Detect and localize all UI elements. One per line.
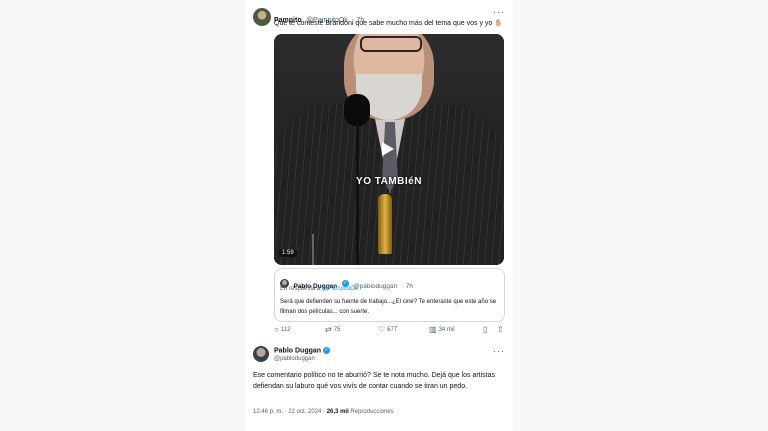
heart-icon: ♡ xyxy=(378,325,386,334)
oscar-statuette xyxy=(378,194,392,254)
tweet2-handle[interactable]: @pabloduggan xyxy=(274,356,315,362)
views-icon: ▥ xyxy=(429,325,437,334)
more-options-icon[interactable]: ··· xyxy=(493,7,505,17)
like-count: 677 xyxy=(387,327,398,334)
tweet2-author[interactable]: Pablo Duggan xyxy=(274,347,321,354)
reply-prefix: En respuesta a xyxy=(280,286,321,292)
retweet-icon: ⇄ xyxy=(325,325,332,334)
view-count: 34 mil xyxy=(438,327,455,334)
action-bar: ○ 112 ⇄ 75 ♡ 677 ▥ 34 mil ▯ ⇧ xyxy=(274,325,506,337)
reply-to-link[interactable]: @PampitoOk xyxy=(322,286,358,292)
avatar-duggan[interactable] xyxy=(253,346,269,362)
tweet2-timestamp[interactable]: 12:46 p. m. · 22 oct. 2024 · xyxy=(253,409,325,415)
microphone-stand xyxy=(356,124,359,265)
video-player[interactable]: YO TAMBIéN 1:59 xyxy=(274,34,504,265)
reply-button[interactable]: ○ 112 xyxy=(274,325,290,334)
bookmark-icon[interactable]: ▯ xyxy=(483,325,489,334)
left-background xyxy=(0,0,245,431)
quoted-tweet[interactable]: Pablo Duggan ✓ @pabloduggan · 7h En resp… xyxy=(274,268,505,322)
tweet2-views: 26,3 mil xyxy=(326,409,349,415)
quoted-time: · 7h xyxy=(401,283,413,290)
tweet2-header: Pablo Duggan ✓ xyxy=(274,347,331,354)
views-button[interactable]: ▥ 34 mil xyxy=(429,325,455,334)
avatar-pampito[interactable] xyxy=(253,8,271,26)
tweet-panel: Pampito @PampitoOk · 7h ··· Que te conte… xyxy=(245,0,513,431)
comment-icon: ○ xyxy=(274,325,279,334)
quoted-handle[interactable]: @pabloduggan xyxy=(353,283,397,290)
retweet-count: 75 xyxy=(333,327,341,334)
like-button[interactable]: ♡ 677 xyxy=(378,325,397,334)
microphone-stand-2 xyxy=(312,234,314,265)
tweet1-text: Que te contesté Brandoni que sabe mucho … xyxy=(274,20,503,27)
right-background xyxy=(513,0,768,431)
verified-icon-2: ✓ xyxy=(323,347,331,354)
video-caption: YO TAMBIéN xyxy=(356,176,422,187)
share-icon[interactable]: ⇧ xyxy=(497,325,506,334)
more-options-icon-2[interactable]: ··· xyxy=(493,346,505,356)
tweet2-text: Ese comentario político no te aburrió? S… xyxy=(253,372,496,390)
reply-count: 112 xyxy=(280,327,291,334)
tweet2-views-label: Reproducciones xyxy=(350,409,394,415)
quoted-text: Será que defienden su fuente de trabajo.… xyxy=(280,299,497,315)
tweet2-meta: 12:46 p. m. · 22 oct. 2024 · 26,3 mil Re… xyxy=(253,409,394,415)
retweet-button[interactable]: ⇄ 75 xyxy=(325,325,340,334)
microphone xyxy=(344,94,370,126)
video-duration: 1:59 xyxy=(279,249,297,257)
video-figure-glasses xyxy=(360,36,422,52)
reply-context: En respuesta a @PampitoOk xyxy=(280,286,358,292)
play-icon[interactable] xyxy=(382,142,394,156)
